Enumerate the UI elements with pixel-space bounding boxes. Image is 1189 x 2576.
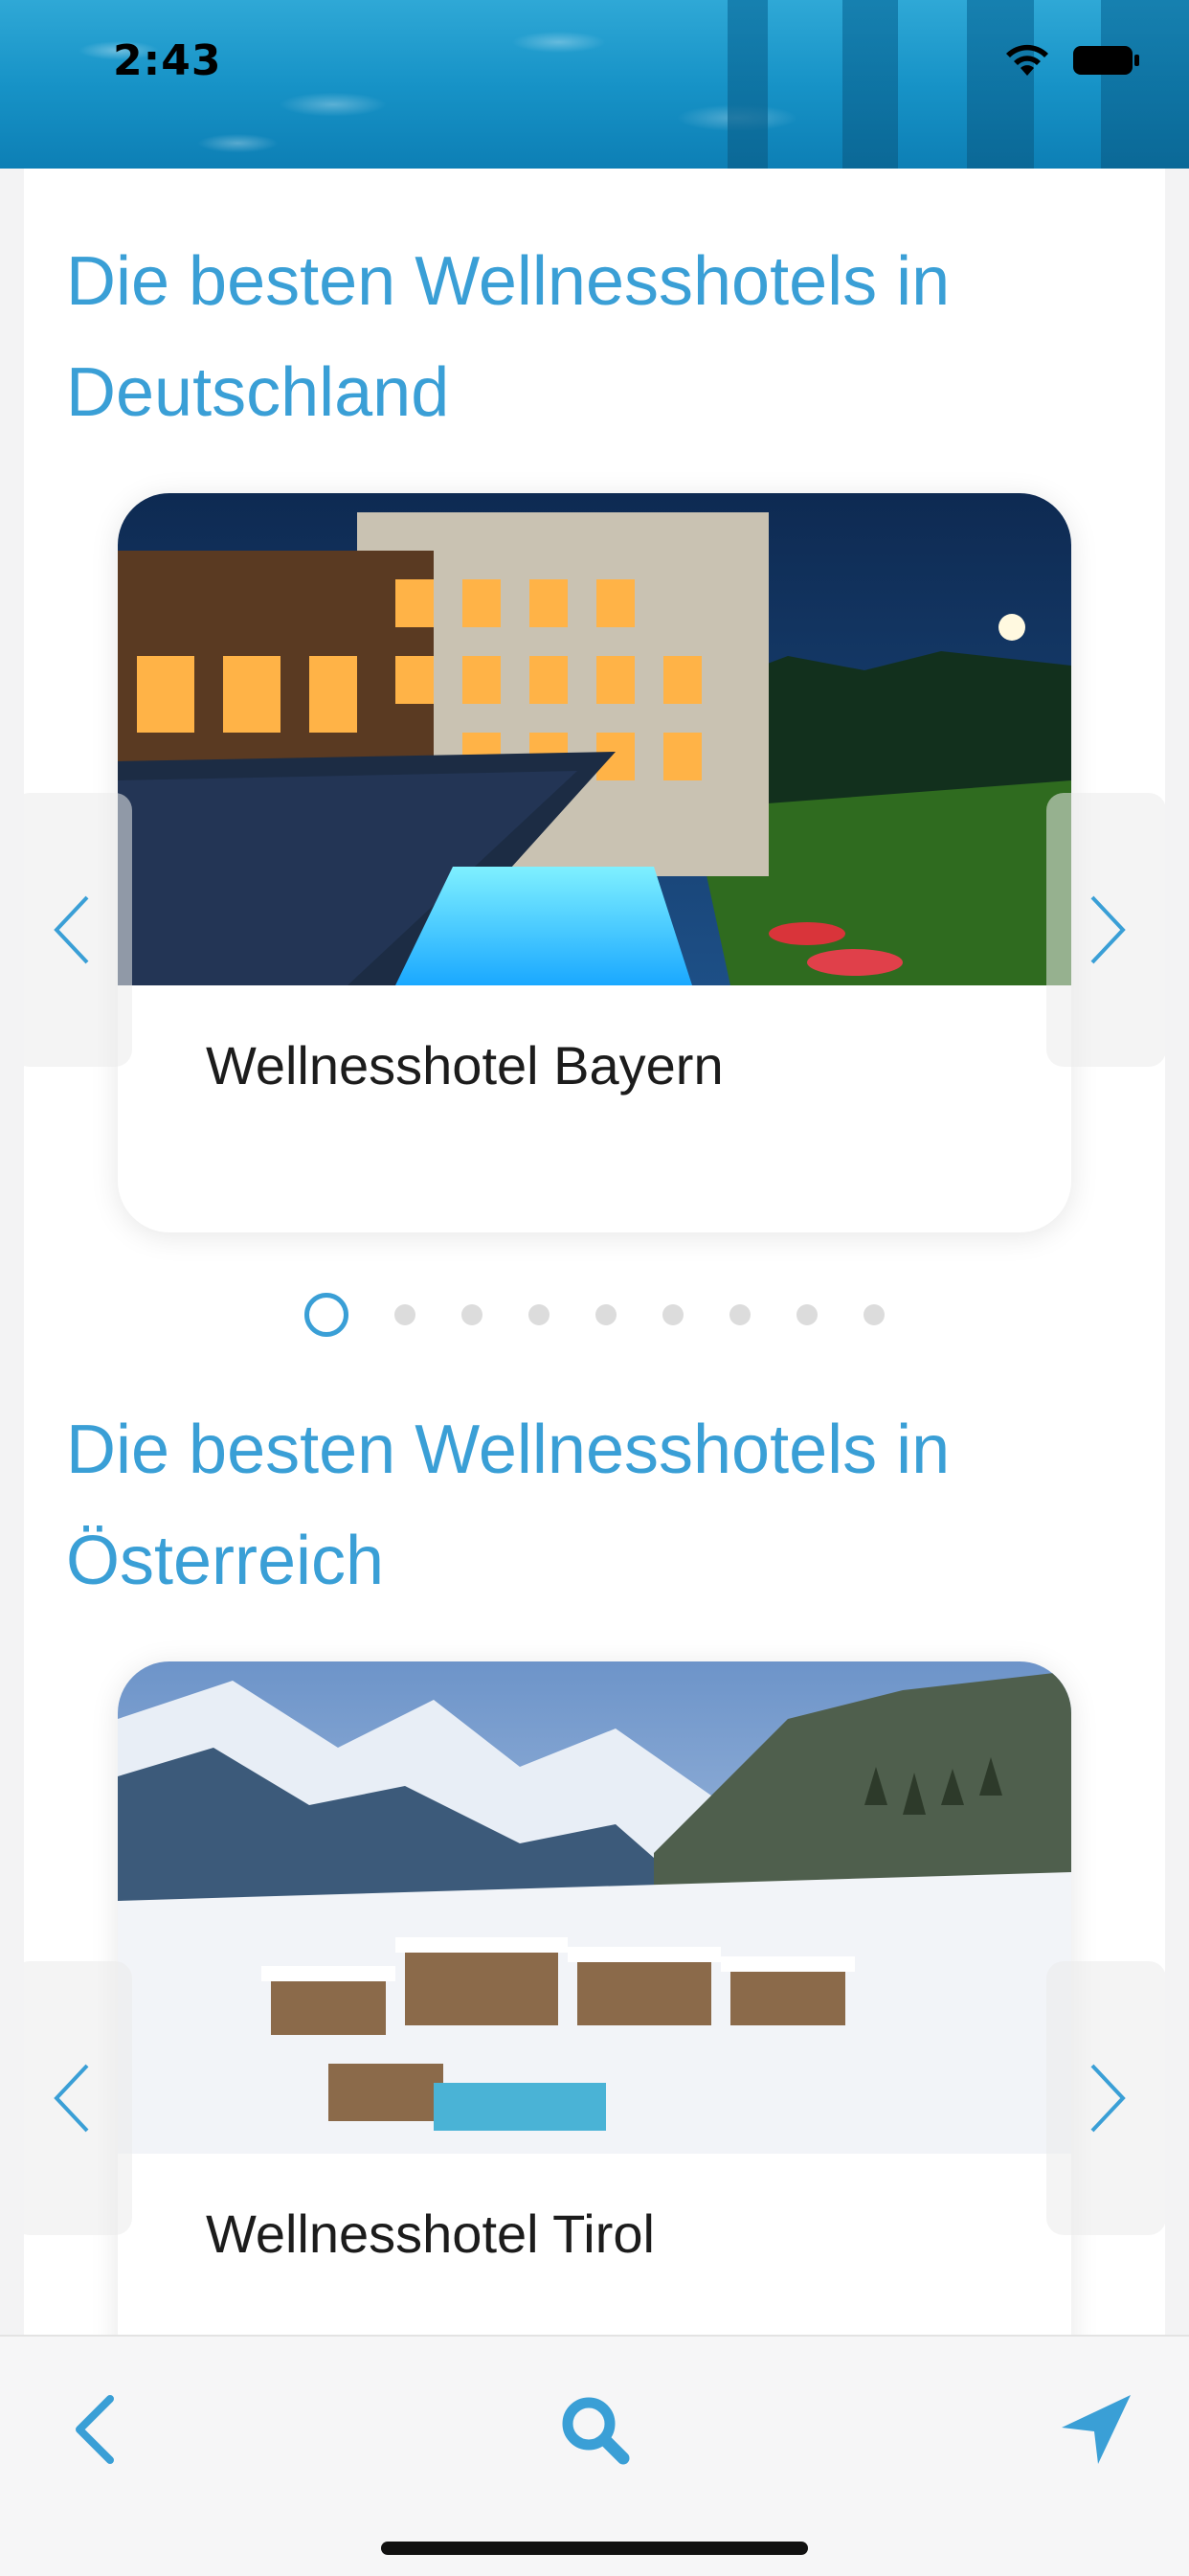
search-button[interactable] [542,2377,647,2482]
hotel-name: Wellnesshotel Bayern [206,1035,724,1096]
location-button[interactable] [1043,2377,1149,2482]
location-arrow-icon [1062,2395,1131,2464]
page-dot-3[interactable] [461,1304,482,1325]
status-time: 2:43 [113,36,222,85]
chevron-right-icon [1090,2064,1126,2133]
section-title-austria: Die besten Wellnesshotels in Österreich [66,1412,951,1599]
page-dot-4[interactable] [528,1304,550,1325]
header-pool-image: 2:43 [0,0,1189,169]
home-indicator[interactable] [381,2542,808,2555]
page-dot-1[interactable] [304,1293,348,1337]
wifi-icon [1003,43,1051,81]
back-button[interactable] [42,2377,147,2482]
page-dot-6[interactable] [662,1304,684,1325]
hotel-card-tirol[interactable]: Wellnesshotel Tirol [118,1661,1071,2335]
hotel-name: Wellnesshotel Tirol [206,2203,655,2264]
content-panel: Die besten Wellnesshotels in Deutschland [24,169,1165,2335]
hotel-card-bayern[interactable]: Wellnesshotel Bayern [118,493,1071,1232]
bottom-toolbar [0,2335,1189,2576]
chevron-right-icon [1090,895,1126,964]
page-dot-9[interactable] [864,1304,885,1325]
pagination-dots [24,1293,1165,1337]
page-dot-8[interactable] [796,1304,818,1325]
next-button[interactable] [1046,793,1165,1067]
hotel-snow-mountain-photo [118,1661,1071,2154]
page-dot-5[interactable] [595,1304,617,1325]
back-icon [76,2395,114,2464]
hotel-night-pool-photo [118,493,1071,985]
status-icons [1003,43,1141,81]
next-button[interactable] [1046,1961,1165,2235]
previous-button[interactable] [24,793,132,1067]
chevron-left-icon [53,2064,88,2133]
page-dot-7[interactable] [729,1304,751,1325]
page-dot-2[interactable] [394,1304,415,1325]
previous-button[interactable] [24,1961,132,2235]
battery-icon [1072,43,1141,81]
search-icon [562,2397,630,2465]
section-title-germany: Die besten Wellnesshotels in Deutschland [66,243,951,431]
chevron-left-icon [53,895,88,964]
